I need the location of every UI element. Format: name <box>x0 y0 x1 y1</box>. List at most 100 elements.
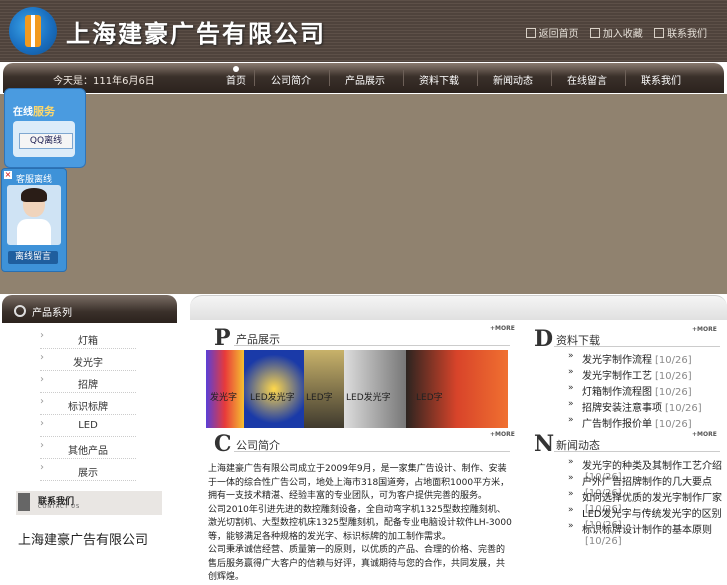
sidebar-company-name: 上海建豪广告有限公司 <box>18 533 149 548</box>
list-item[interactable]: » 发光字制作工艺 [10/26] <box>568 365 727 382</box>
list-item[interactable]: » 灯箱制作流程图 [10/26] <box>568 381 727 398</box>
customer-service-float: × 客服离线 离线留言 <box>1 168 67 272</box>
bookmark-icon <box>589 28 600 38</box>
contact-c-icon <box>18 493 30 511</box>
cs-float-title: 客服离线 <box>16 175 53 185</box>
intro-section-header: C 公司简介 +MORE <box>214 431 515 457</box>
double-chevron-icon: » <box>568 505 574 515</box>
n-letter-icon: N <box>534 431 555 457</box>
product-caption: LED发光字 <box>346 393 391 403</box>
d-letter-icon: D <box>534 326 554 352</box>
list-item[interactable]: » 如何选择优质的发光字制作厂家[10/26] <box>568 487 727 515</box>
qq-offline-button[interactable]: QQ离线 <box>19 133 73 149</box>
list-item-title-wrap: 发光字制作工艺 [10/26] <box>582 367 692 382</box>
category-item[interactable]: › 招牌 <box>40 371 136 393</box>
list-item-title: 广告制作报价单 <box>582 419 652 430</box>
product-thumb[interactable] <box>344 350 406 428</box>
double-chevron-icon: » <box>568 415 574 425</box>
category-item[interactable]: › 展示 <box>40 459 136 481</box>
nav-item-home[interactable]: 首页 <box>206 72 266 87</box>
qq-title-a: 在线 <box>13 107 33 118</box>
nav-divider <box>329 70 330 86</box>
company-logo[interactable] <box>9 7 57 55</box>
bookmark-link-label: 加入收藏 <box>602 29 643 40</box>
divider <box>554 451 720 452</box>
category-label: 标识标牌 <box>68 402 108 413</box>
intro-paragraph: 公司秉承诚信经营、质量第一的原则，以优质的产品、合理的价格、完善的售后服务赢得广… <box>208 545 506 582</box>
home-link[interactable]: 返回首页 <box>525 28 579 40</box>
nav-item-products[interactable]: 产品展示 <box>335 72 395 87</box>
downloads-list: » 发光字制作流程 [10/26] » 发光字制作工艺 [10/26] » 灯箱制作流程图… <box>568 349 727 430</box>
sidebar-header: 产品系列 <box>2 295 177 323</box>
double-chevron-icon: » <box>568 457 574 467</box>
product-caption: 发光字 <box>210 393 238 403</box>
list-item[interactable]: » LED发光字与传统发光字的区别[10/26] <box>568 503 727 531</box>
close-icon[interactable]: × <box>4 171 12 179</box>
nav-divider <box>403 70 404 86</box>
category-item[interactable]: › LED <box>40 415 136 437</box>
category-item[interactable]: › 发光字 <box>40 349 136 371</box>
company-intro-text: 上海建豪广告有限公司成立于2009年9月，是一家集广告设计、制作、安装于一体的综… <box>208 463 512 585</box>
divider <box>234 451 510 452</box>
c-letter-icon: C <box>214 431 232 457</box>
p-letter-icon: P <box>214 325 231 351</box>
home-icon <box>525 28 536 38</box>
list-item[interactable]: » 招牌安装注意事项 [10/26] <box>568 397 727 414</box>
gear-icon <box>14 305 26 317</box>
nav-item-message[interactable]: 在线留言 <box>557 72 617 87</box>
list-item-title-wrap: 招牌安装注意事项 [10/26] <box>582 399 702 414</box>
nav-item-about[interactable]: 公司简介 <box>261 72 321 87</box>
double-chevron-icon: » <box>568 351 574 361</box>
product-thumb[interactable] <box>406 350 508 428</box>
nav-item-news[interactable]: 新闻动态 <box>483 72 543 87</box>
contact-link[interactable]: 联系我们 <box>654 28 707 40</box>
double-chevron-icon: » <box>568 521 574 531</box>
home-link-label: 返回首页 <box>538 29 579 40</box>
bookmark-link[interactable]: 加入收藏 <box>589 28 643 40</box>
double-chevron-icon: » <box>568 399 574 409</box>
banner-area <box>0 94 727 294</box>
divider <box>554 346 720 347</box>
cs-avatar-body <box>17 219 51 245</box>
products-more-link[interactable]: +MORE <box>490 325 515 332</box>
list-item-title-wrap: 标识标牌设计制作的基本原则[10/26] <box>582 521 727 547</box>
category-item[interactable]: › 灯箱 <box>40 327 136 349</box>
main-nav: 今天是：111年6月6日 首页 公司简介 产品展示 资料下载 新闻动态 在线留言… <box>0 62 727 94</box>
product-thumb[interactable] <box>206 350 244 428</box>
list-item[interactable]: » 标识标牌设计制作的基本原则[10/26] <box>568 519 727 547</box>
list-item-title-wrap: 发光字制作流程 [10/26] <box>582 351 692 366</box>
company-title: 上海建豪广告有限公司 <box>66 20 326 48</box>
nav-item-downloads[interactable]: 资料下载 <box>409 72 469 87</box>
double-chevron-icon: » <box>568 367 574 377</box>
nav-item-contact[interactable]: 联系我们 <box>631 72 691 87</box>
category-item[interactable]: › 其他产品 <box>40 437 136 459</box>
contact-us-banner[interactable]: 联系我们 CONTACT US <box>16 491 162 515</box>
category-item[interactable]: › 标识标牌 <box>40 393 136 415</box>
nav-divider <box>551 70 552 86</box>
double-chevron-icon: » <box>568 473 574 483</box>
divider <box>234 345 510 346</box>
list-item[interactable]: » 户外广告招牌制作的几大要点[10/26] <box>568 471 727 499</box>
news-list: » 发光字的种类及其制作工艺介绍[10/26] » 户外广告招牌制作的几大要点[10… <box>568 455 727 547</box>
mail-icon <box>654 28 664 38</box>
nav-bar-bg: 今天是：111年6月6日 首页 公司简介 产品展示 资料下载 新闻动态 在线留言… <box>3 63 724 93</box>
list-item[interactable]: » 广告制作报价单 [10/26] <box>568 413 727 430</box>
news-section-header: N 新闻动态 +MORE <box>534 431 720 457</box>
cs-avatar-hair <box>21 188 47 202</box>
list-item[interactable]: » 发光字的种类及其制作工艺介绍[10/26] <box>568 455 727 483</box>
nav-divider <box>254 70 255 86</box>
downloads-more-link[interactable]: +MORE <box>692 326 717 333</box>
main-content: P 产品展示 +MORE 发光字 LED发光字 LED字 LED发光字 LED字… <box>190 295 727 582</box>
qq-title-b: 服务 <box>33 105 55 118</box>
logo-bar <box>31 15 35 47</box>
leave-message-button[interactable]: 离线留言 <box>8 251 58 264</box>
news-more-link[interactable]: +MORE <box>692 431 717 438</box>
intro-paragraph: 公司2010年引进先进的数控雕刻设备，全自动弯字机1325型数控雕刻机、激光切割… <box>208 504 512 542</box>
intro-more-link[interactable]: +MORE <box>490 431 515 438</box>
list-item[interactable]: » 发光字制作流程 [10/26] <box>568 349 727 366</box>
product-thumb[interactable] <box>304 350 344 428</box>
product-thumb[interactable] <box>244 350 304 428</box>
contact-subtitle: CONTACT US <box>38 504 81 510</box>
list-item-date: [10/26] <box>585 536 622 547</box>
list-item-date: [10/26] <box>655 419 692 430</box>
